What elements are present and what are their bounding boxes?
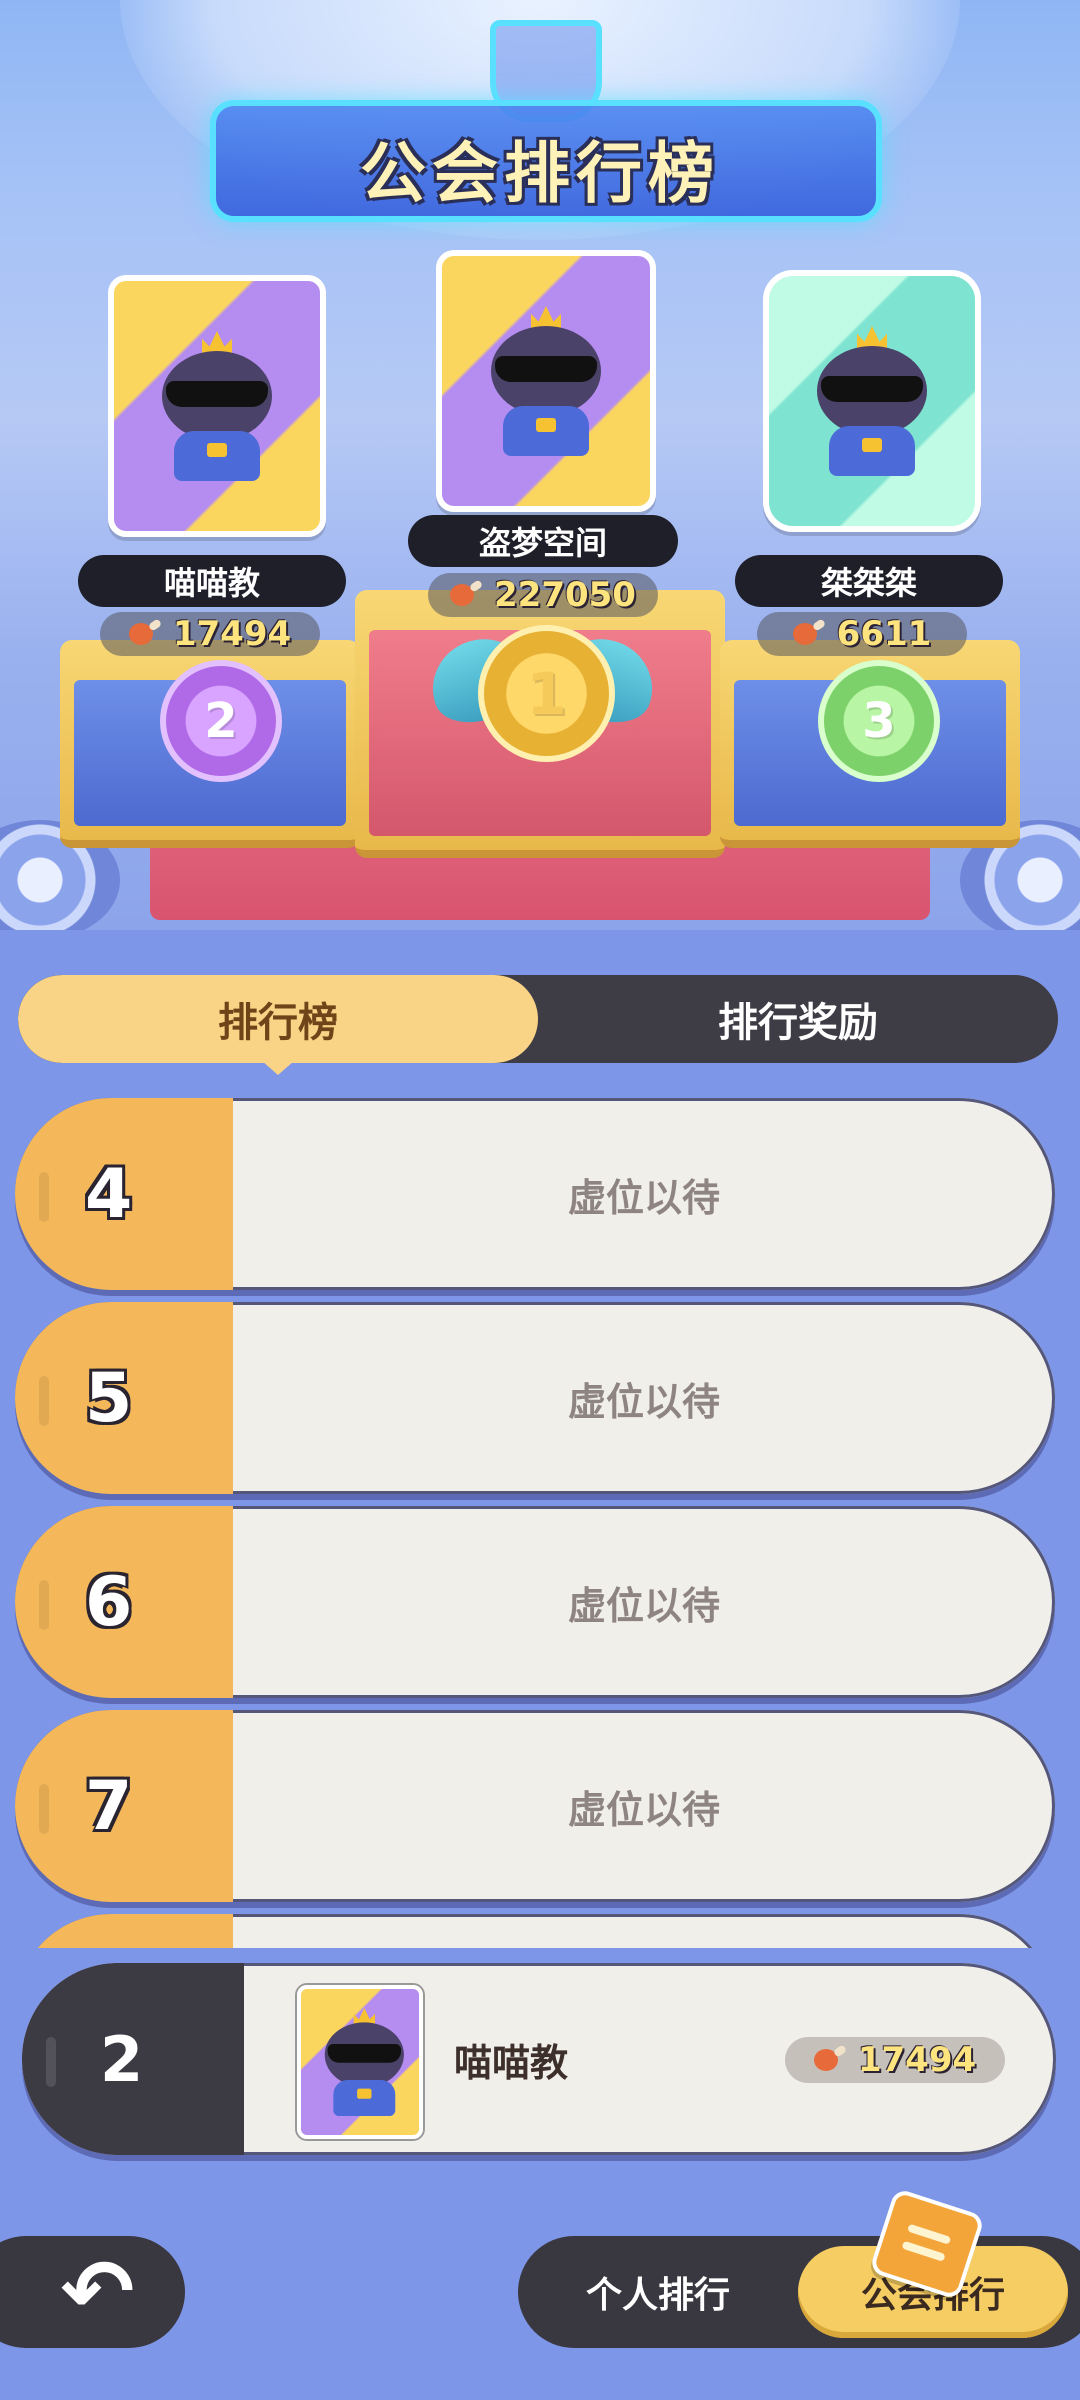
drumstick-icon: [450, 582, 484, 608]
guild-avatar-card-first[interactable]: [436, 250, 656, 512]
my-guild-score: 17494: [785, 2037, 1005, 2083]
list-item[interactable]: 7 虚位以待: [15, 1710, 1055, 1902]
score-value: 17494: [172, 614, 292, 654]
cat-avatar-icon: [318, 2008, 404, 2116]
vacant-label: 虚位以待: [567, 1379, 720, 1424]
rank-number: 4: [85, 1154, 133, 1234]
back-button[interactable]: ↶: [0, 2236, 185, 2348]
rank-number: 7: [85, 1766, 133, 1846]
medal-first-icon: 1: [478, 625, 615, 762]
guild-name-second: 喵喵教: [78, 555, 346, 607]
ranking-list[interactable]: 4 虚位以待 5 虚位以待 6 虚位以待 7 虚位以待: [15, 1098, 1055, 1948]
title-banner: 公会排行榜: [210, 20, 882, 230]
guild-avatar-card-second[interactable]: [108, 275, 326, 537]
vacant-label: 虚位以待: [567, 1175, 720, 1220]
guild-avatar-card-third[interactable]: [763, 270, 981, 532]
drumstick-icon: [813, 2047, 848, 2073]
vacant-label: 虚位以待: [567, 1583, 720, 1628]
back-arrow-icon: ↶: [60, 2240, 135, 2343]
personal-ranking-button[interactable]: 个人排行: [518, 2236, 798, 2348]
tab-rewards[interactable]: 排行奖励: [538, 975, 1058, 1063]
score-value: 6611: [836, 614, 932, 654]
vacant-label: 虚位以待: [567, 1787, 720, 1832]
guild-name-third: 桀桀桀: [735, 555, 1003, 607]
guild-name-first: 盗梦空间: [408, 515, 678, 567]
podium-hero: 公会排行榜 2 1 3 喵喵教 盗梦空间 桀桀桀 17494 227050 66…: [0, 0, 1080, 930]
score-value: 227050: [494, 575, 636, 615]
my-guild-avatar[interactable]: [297, 1985, 423, 2139]
score-value: 17494: [857, 2040, 977, 2080]
guild-score-first: 227050: [428, 573, 658, 617]
drumstick-icon: [128, 621, 163, 647]
list-item[interactable]: 6 虚位以待: [15, 1506, 1055, 1698]
cat-avatar-icon: [152, 331, 282, 481]
guild-score-second: 17494: [100, 612, 320, 656]
rank-number: 6: [85, 1562, 133, 1642]
tab-pointer-icon: [262, 1061, 294, 1075]
my-guild-name: 喵喵教: [454, 2040, 569, 2085]
list-item[interactable]: 4 虚位以待: [15, 1098, 1055, 1290]
medal-third-icon: 3: [818, 660, 940, 782]
tab-leaderboard[interactable]: 排行榜: [18, 975, 538, 1063]
ranking-type-switch: 个人排行 公会排行: [518, 2236, 1080, 2348]
rank-tab: [15, 1914, 233, 1948]
my-rank-number: 2: [100, 2022, 144, 2096]
cat-avatar-icon: [807, 326, 937, 476]
list-item[interactable]: 5 虚位以待: [15, 1302, 1055, 1494]
guild-score-third: 6611: [757, 612, 967, 656]
medal-second-icon: 2: [160, 660, 282, 782]
cat-avatar-icon: [481, 306, 611, 456]
rank-number: 5: [85, 1358, 133, 1438]
drumstick-icon: [792, 621, 827, 647]
my-guild-rank-bar[interactable]: 2 喵喵教 17494: [22, 1963, 1056, 2155]
list-item-partial[interactable]: [15, 1914, 1055, 1948]
ranking-tabs: 排行榜 排行奖励: [18, 975, 1058, 1063]
page-title: 公会排行榜: [360, 135, 720, 212]
